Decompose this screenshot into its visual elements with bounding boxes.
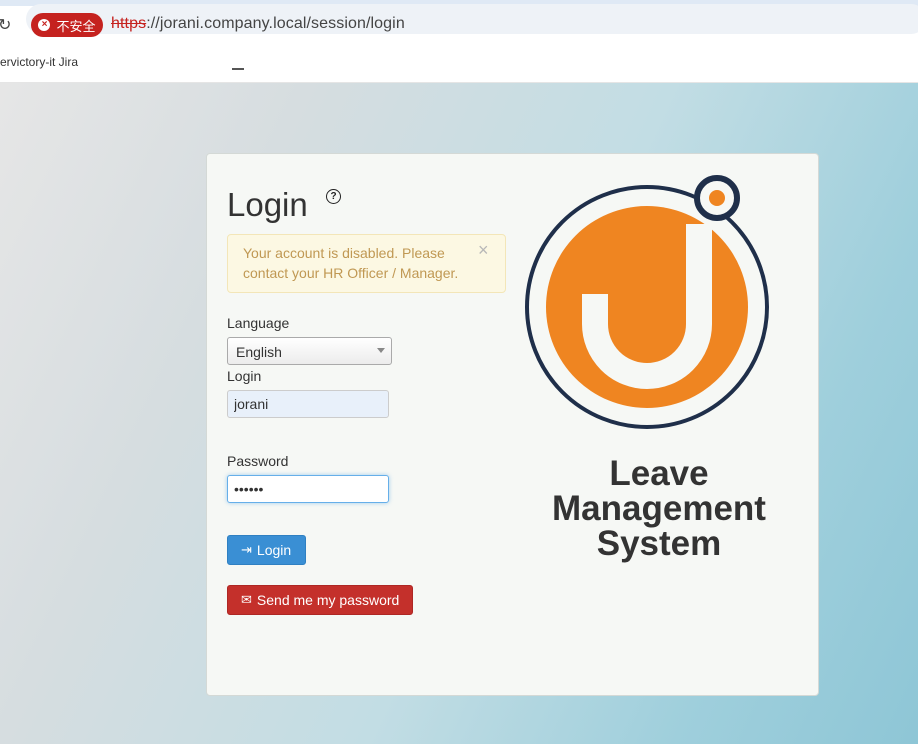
security-badge-label: 不安全 bbox=[56, 18, 96, 34]
app-name-line-1: Leave bbox=[609, 454, 709, 493]
app-name-line-3: System bbox=[596, 524, 722, 563]
language-select-value: English bbox=[236, 344, 282, 360]
question-circle-icon[interactable]: ? bbox=[326, 189, 341, 204]
login-input[interactable] bbox=[227, 390, 389, 418]
error-circle-icon: × bbox=[38, 19, 51, 31]
app-name-line-2: Management bbox=[552, 489, 766, 528]
login-label: Login bbox=[227, 368, 262, 384]
envelope-icon: ✉ bbox=[241, 592, 252, 607]
url-scheme: https bbox=[111, 15, 147, 32]
security-badge[interactable]: × 不安全 bbox=[31, 13, 103, 37]
bookmarks-bar: ervictory-it Jira bbox=[0, 46, 918, 83]
language-select[interactable]: English bbox=[227, 337, 392, 365]
bookmark-item-jira[interactable]: ervictory-it Jira bbox=[0, 55, 78, 69]
url-path: ://jorani.company.local/session/login bbox=[146, 15, 405, 32]
url-text[interactable]: https://jorani.company.local/session/log… bbox=[111, 15, 405, 33]
page-title: Login bbox=[227, 186, 308, 223]
send-password-button[interactable]: ✉ Send me my password bbox=[227, 585, 413, 615]
reload-icon[interactable]: ↻ bbox=[0, 15, 11, 35]
login-button[interactable]: ⇥ Login bbox=[227, 535, 306, 565]
send-password-button-label: Send me my password bbox=[256, 592, 400, 608]
close-icon[interactable]: × bbox=[478, 241, 489, 259]
app-name: Leave Management System bbox=[527, 456, 791, 561]
sign-in-icon: ⇥ bbox=[241, 542, 252, 557]
password-input[interactable] bbox=[227, 475, 389, 503]
alert-warning: Your account is disabled. Please contact… bbox=[227, 234, 506, 293]
login-card: Login ? Your account is disabled. Please… bbox=[206, 153, 819, 696]
language-label: Language bbox=[227, 315, 290, 331]
jorani-logo bbox=[525, 175, 769, 429]
alert-message: Your account is disabled. Please contact… bbox=[243, 245, 459, 281]
password-label: Password bbox=[227, 453, 289, 469]
login-button-label: Login bbox=[256, 542, 292, 558]
page-background: Login ? Your account is disabled. Please… bbox=[0, 83, 918, 744]
bookmark-separator bbox=[232, 68, 244, 70]
chevron-down-icon bbox=[377, 348, 385, 353]
